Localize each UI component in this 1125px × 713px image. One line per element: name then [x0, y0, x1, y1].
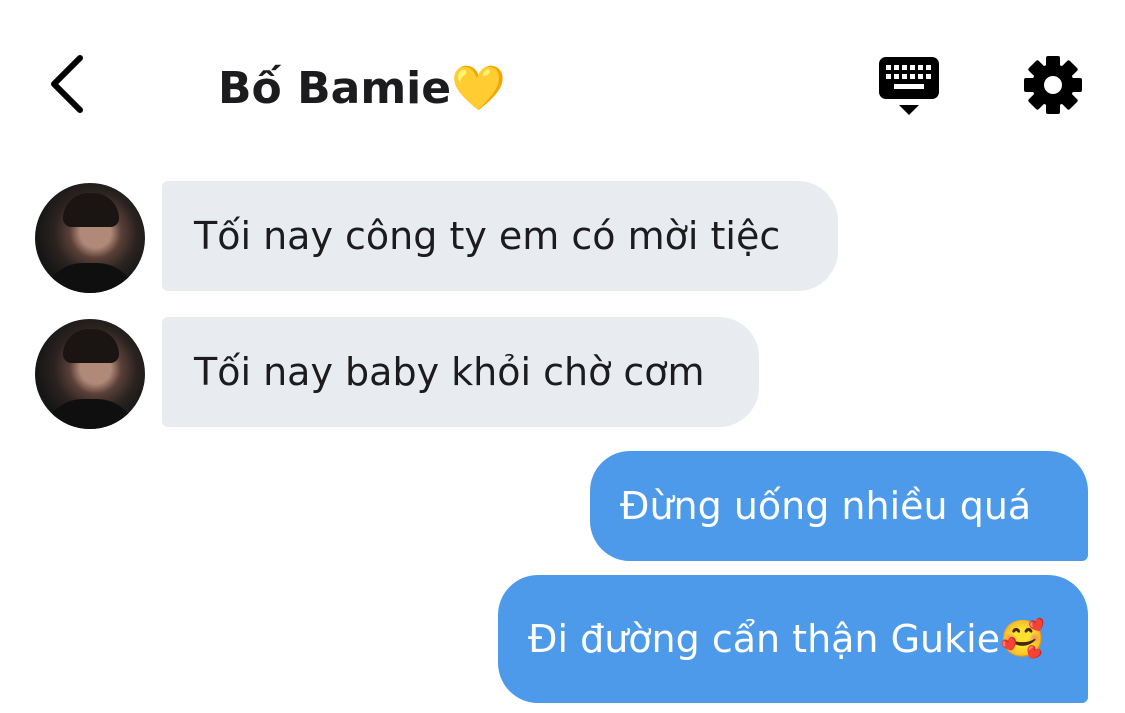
avatar[interactable]: [35, 183, 145, 293]
message-row-outgoing: Đi đường cẩn thận Gukie 🥰: [0, 575, 1125, 703]
chat-header: Bố Bamie💛: [0, 0, 1125, 160]
message-bubble[interactable]: Đừng uống nhiều quá: [590, 451, 1088, 561]
message-bubble[interactable]: Tối nay công ty em có mời tiệc: [162, 181, 838, 291]
keyboard-icon: [879, 57, 939, 115]
message-text: Đi đường cẩn thận Gukie: [528, 617, 1001, 661]
message-row-incoming: Tối nay công ty em có mời tiệc: [0, 181, 1125, 293]
chat-title: Bố Bamie💛: [218, 62, 506, 114]
avatar[interactable]: [35, 319, 145, 429]
avatar-hair: [63, 329, 119, 363]
contact-name: Bố Bamie: [218, 63, 452, 114]
avatar-body: [43, 399, 137, 429]
message-row-incoming: Tối nay baby khỏi chờ cơm: [0, 317, 1125, 429]
message-row-outgoing: Đừng uống nhiều quá: [0, 451, 1125, 563]
message-bubble[interactable]: Đi đường cẩn thận Gukie 🥰: [498, 575, 1088, 703]
keyboard-button[interactable]: [877, 55, 941, 119]
heart-emoji: 💛: [451, 63, 506, 114]
avatar-body: [43, 263, 137, 293]
message-bubble[interactable]: Tối nay baby khỏi chờ cơm: [162, 317, 759, 427]
message-text: Đừng uống nhiều quá: [620, 484, 1032, 528]
back-button[interactable]: [44, 52, 94, 116]
avatar-hair: [63, 193, 119, 227]
gear-icon: [1024, 56, 1082, 114]
settings-button[interactable]: [1022, 54, 1084, 116]
message-text: Tối nay baby khỏi chờ cơm: [194, 350, 705, 394]
chevron-left-icon: [51, 55, 83, 113]
smiling-face-with-hearts-emoji: 🥰: [1000, 619, 1045, 660]
message-text: Tối nay công ty em có mời tiệc: [194, 214, 781, 258]
